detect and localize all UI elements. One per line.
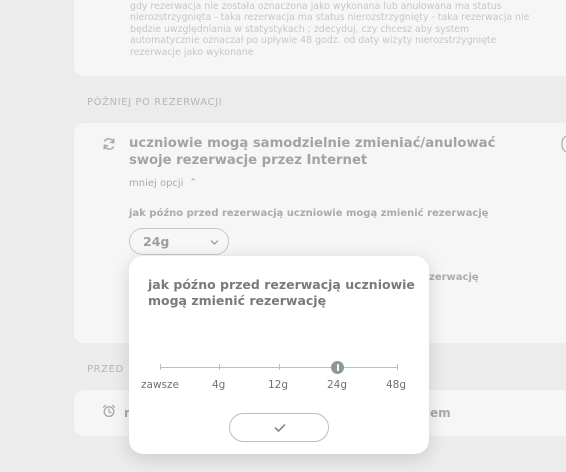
setting-title: uczniowie mogą samodzielnie zmieniać/anu…	[129, 136, 496, 168]
slider-option-label[interactable]: 4g	[212, 379, 225, 391]
time-slider-thumb[interactable]	[331, 361, 344, 374]
slider-option-label[interactable]: zawsze	[141, 379, 179, 391]
modal-title: jak późno przed rezerwacją uczniowie mog…	[148, 277, 415, 308]
slider-tick	[219, 364, 220, 370]
section-label-after-reservation: PÓŹNIEJ PO REZERWACJI	[87, 97, 223, 108]
second-field-label: zerwację	[429, 272, 479, 283]
late-change-field-label: jak późno przed rezerwacją uczniowie mog…	[129, 208, 489, 219]
slider-tick	[160, 364, 161, 370]
slider-option-label[interactable]: 12g	[268, 379, 288, 391]
less-options-label: mniej opcji	[129, 178, 184, 189]
less-options-link[interactable]: mniej opcji ⌃	[129, 178, 197, 189]
reminder-title-fragment-right: em	[430, 406, 451, 420]
late-change-dropdown[interactable]: 24g	[129, 228, 229, 255]
slider-option-label[interactable]: 24g	[327, 379, 347, 391]
section-label-before: PRZED	[87, 364, 124, 375]
alarm-clock-icon	[102, 404, 116, 418]
sync-icon	[103, 138, 115, 150]
slider-option-label[interactable]: 48g	[386, 379, 406, 391]
confirm-button[interactable]	[229, 413, 329, 442]
dropdown-value: 24g	[143, 234, 170, 249]
late-change-picker-modal: jak późno przed rezerwacją uczniowie mog…	[129, 256, 429, 454]
checkmark-icon	[274, 424, 286, 432]
auto-complete-description: gdy rezerwacja nie została oznaczona jak…	[130, 1, 530, 58]
chevron-down-icon	[210, 240, 219, 245]
slider-tick	[397, 364, 398, 370]
slider-tick	[279, 364, 280, 370]
toggle-switch-icon[interactable]	[561, 134, 566, 154]
chevron-up-icon: ⌃	[189, 178, 198, 188]
